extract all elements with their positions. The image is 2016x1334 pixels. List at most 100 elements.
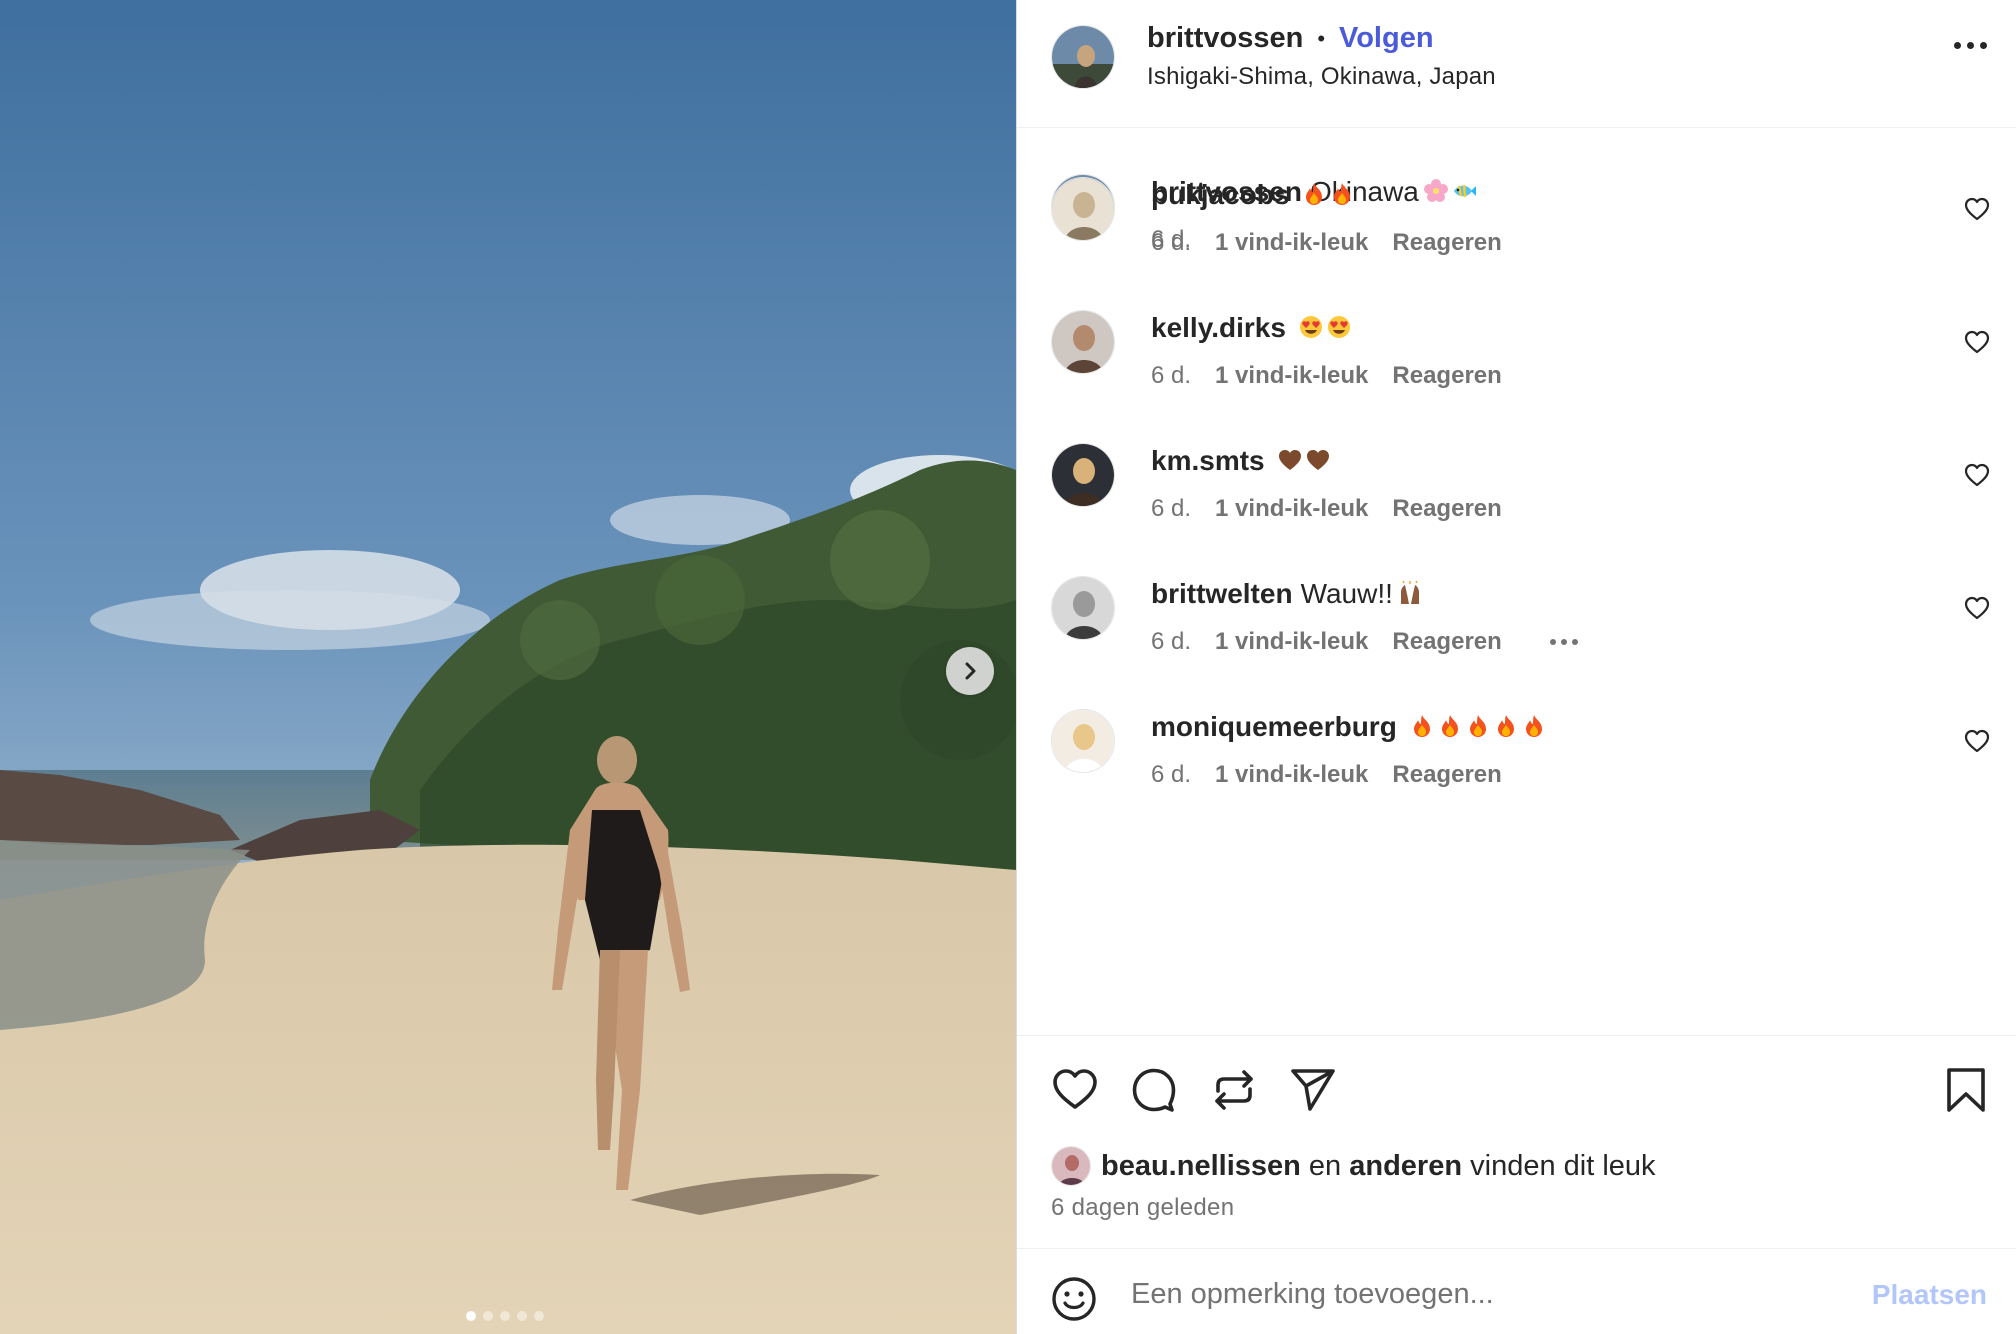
comment-likes[interactable]: 1 vind-ik-leuk [1215,229,1368,257]
comment-like-heart-icon[interactable] [1963,195,1991,223]
liker-avatar[interactable] [1051,1146,1091,1186]
carousel-next-button[interactable] [946,647,994,695]
comment-icon[interactable] [1130,1066,1178,1114]
comment-text: moniquemeerburg [1151,711,1547,743]
comment-meta: 6 d. 1 vind-ik-leuk Reageren [1151,362,1502,390]
smiley-icon[interactable] [1051,1276,1097,1322]
commenter-avatar[interactable] [1051,709,1115,773]
comment-time[interactable]: 6 d. [1151,628,1191,656]
carousel-dot [517,1311,527,1321]
commenter-username[interactable]: km.smts [1151,445,1265,476]
comments-list: brittvossen Okinawa 6 d. pukjacobs 6 d. 1 v… [1017,129,2016,1035]
fire-emoji-icon [1469,715,1486,737]
tropical-fish-emoji-icon [1453,184,1476,198]
comment-options-button[interactable] [1549,628,1578,656]
reply-button[interactable]: Reageren [1392,362,1501,390]
comment-like-heart-icon[interactable] [1963,594,1991,622]
commenter-username[interactable]: kelly.dirks [1151,312,1286,343]
fire-emoji-icon [1497,715,1514,737]
comment-emojis [1298,314,1352,340]
reply-button[interactable]: Reageren [1392,495,1501,523]
likes-connector: en [1308,1149,1342,1182]
comment-time[interactable]: 6 d. [1151,761,1191,789]
more-options-button[interactable] [1954,42,1987,49]
post-header: brittvossen • Volgen Ishigaki-Shima, Oki… [1017,0,2016,128]
comment-emojis [1301,181,1355,207]
comment-text: km.smts [1151,445,1331,477]
likes-summary: beau.nellissen en anderen vinden dit leu… [1051,1146,1656,1186]
share-icon[interactable] [1289,1066,1337,1114]
likes-suffix: vinden dit leuk [1470,1149,1656,1182]
repost-icon[interactable] [1210,1066,1258,1114]
post-actions-section: beau.nellissen en anderen vinden dit leu… [1017,1035,2016,1250]
comment-text: brittwelten Wauw!! [1151,578,1423,610]
fire-emoji-icon [1334,183,1351,205]
more-horizontal-icon [1549,639,1556,645]
commenter-username[interactable]: brittwelten [1151,578,1293,609]
post-location[interactable]: Ishigaki-Shima, Okinawa, Japan [1147,63,1496,91]
fire-emoji-icon [1441,715,1458,737]
post-comment-button[interactable]: Plaatsen [1872,1279,1987,1311]
separator-dot: • [1317,25,1326,51]
comment-input[interactable] [1131,1269,1831,1319]
author-username[interactable]: brittvossen [1147,22,1303,55]
commenter-avatar[interactable] [1051,576,1115,640]
cherry-blossom-emoji-icon [1423,179,1448,202]
comment-likes[interactable]: 1 vind-ik-leuk [1215,495,1368,523]
reply-button[interactable]: Reageren [1392,229,1501,257]
commenter-username[interactable]: moniquemeerburg [1151,711,1397,742]
reply-button[interactable]: Reageren [1392,628,1501,656]
follow-button[interactable]: Volgen [1339,22,1434,55]
comment-time[interactable]: 6 d. [1151,229,1191,257]
bookmark-icon[interactable] [1945,1066,1987,1114]
chevron-right-icon [965,662,976,680]
carousel-dot [500,1311,510,1321]
comment-meta: 6 d. 1 vind-ik-leuk Reageren [1151,229,1502,257]
liker-username[interactable]: beau.nellissen [1101,1150,1301,1183]
post-date[interactable]: 6 dagen geleden [1051,1194,1234,1222]
comment-meta: 6 d. 1 vind-ik-leuk Reageren [1151,495,1502,523]
comment-like-heart-icon[interactable] [1963,727,1991,755]
comment-text: pukjacobs [1151,179,1355,211]
post-details-panel: brittvossen • Volgen Ishigaki-Shima, Oki… [1016,0,2016,1334]
comment-time[interactable]: 6 d. [1151,495,1191,523]
more-horizontal-icon [1954,42,1961,49]
raising-hands-emoji-icon [1400,580,1419,604]
commenter-avatar[interactable] [1051,177,1115,241]
heart-icon[interactable] [1051,1066,1099,1114]
fire-emoji-icon [1306,183,1323,205]
carousel-dot [534,1311,544,1321]
comment-like-heart-icon[interactable] [1963,328,1991,356]
heart-eyes-emoji-icon [1327,316,1350,338]
beach-photo-image [0,0,1016,1334]
comment-likes[interactable]: 1 vind-ik-leuk [1215,362,1368,390]
comment-likes[interactable]: 1 vind-ik-leuk [1215,628,1368,656]
comment-like-heart-icon[interactable] [1963,461,1991,489]
comment-likes[interactable]: 1 vind-ik-leuk [1215,761,1368,789]
author-line: brittvossen • Volgen [1147,22,1434,55]
comment-time[interactable]: 6 d. [1151,362,1191,390]
add-comment-bar: Plaatsen [1017,1248,2016,1334]
comment-emojis [1277,447,1331,473]
commenter-avatar[interactable] [1051,443,1115,507]
fire-emoji-icon [1413,715,1430,737]
post-photo[interactable] [0,0,1016,1334]
caption-emojis [1423,178,1477,204]
comment-body: Wauw!! [1300,578,1393,609]
fire-emoji-icon [1525,715,1542,737]
comment-emojis [1409,713,1547,739]
heart-eyes-emoji-icon [1299,316,1322,338]
comment-text: kelly.dirks [1151,312,1352,344]
author-avatar[interactable] [1051,25,1115,89]
commenter-username[interactable]: pukjacobs [1151,179,1289,210]
carousel-dot [466,1311,476,1321]
comment-emojis [1397,580,1423,606]
brown-heart-emoji-icon [1306,450,1329,470]
commenter-avatar[interactable] [1051,310,1115,374]
reply-button[interactable]: Reageren [1392,761,1501,789]
brown-heart-emoji-icon [1278,450,1301,470]
carousel-indicator [466,1311,544,1321]
carousel-dot [483,1311,493,1321]
likes-others-link[interactable]: anderen [1349,1150,1462,1183]
comment-meta: 6 d. 1 vind-ik-leuk Reageren [1151,628,1578,656]
